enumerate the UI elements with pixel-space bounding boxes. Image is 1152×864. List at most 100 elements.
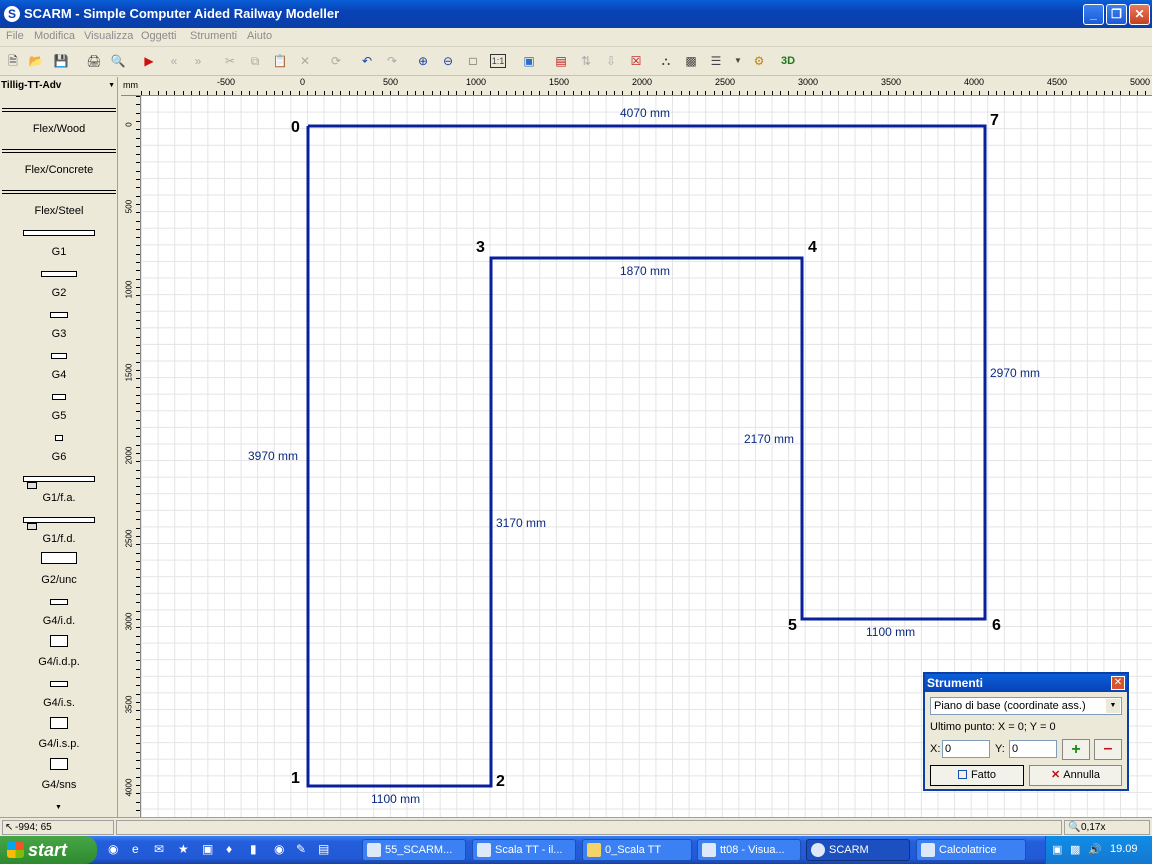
app-icon-4[interactable]: ▮ — [250, 842, 257, 856]
app-icon[interactable]: S — [4, 6, 20, 22]
library-item-g2-unc[interactable]: G2/unc — [0, 574, 118, 586]
mode-select[interactable]: Piano di base (coordinate ass.) ▼ — [930, 697, 1122, 715]
menu-visualizza[interactable]: Visualizza — [84, 30, 133, 42]
end-icon[interactable]: ⇩ — [601, 51, 621, 71]
task-folder[interactable]: 0_Scala TT — [582, 839, 692, 861]
network-icon[interactable]: ▣ — [1052, 843, 1062, 856]
ruler-tick — [232, 91, 234, 95]
remove-point-button[interactable]: – — [1094, 739, 1122, 760]
ruler-tick — [1037, 91, 1039, 95]
layers-icon[interactable]: ☰ — [706, 51, 726, 71]
ie-icon[interactable]: e — [132, 842, 139, 856]
library-item-flex-steel[interactable]: Flex/Steel — [0, 205, 118, 217]
library-item-g1[interactable]: G1 — [0, 246, 118, 258]
library-item-g3[interactable]: G3 — [0, 328, 118, 340]
done-button[interactable]: Fatto — [930, 765, 1024, 786]
copy-icon[interactable]: ⧉ — [245, 51, 265, 71]
background-image-icon[interactable]: ▣ — [519, 51, 539, 71]
add-point-button[interactable]: + — [1062, 739, 1090, 760]
paste-icon[interactable]: 📋 — [270, 51, 290, 71]
library-item-flex-concrete[interactable]: Flex/Concrete — [0, 164, 118, 176]
library-item-g2[interactable]: G2 — [0, 287, 118, 299]
g4-is-symbol — [50, 681, 68, 687]
select-arrow-icon[interactable]: ▶ — [139, 51, 159, 71]
scroll-down-icon[interactable]: ▼ — [55, 804, 62, 811]
measure-icon[interactable]: ⚙ — [749, 51, 769, 71]
chip-icon[interactable]: ▩ — [681, 51, 701, 71]
library-item-g4-sns[interactable]: G4/sns — [0, 779, 118, 791]
fast-forward-icon[interactable]: » — [188, 51, 208, 71]
y-input[interactable] — [1009, 740, 1057, 758]
print-preview-icon[interactable]: 🔍 — [108, 51, 128, 71]
library-item-g4-isp[interactable]: G4/i.s.p. — [0, 738, 118, 750]
close-button[interactable]: ✕ — [1129, 4, 1150, 25]
g2-symbol — [41, 271, 77, 277]
app-icon-3[interactable]: ♦ — [226, 842, 232, 856]
ruler-tick — [738, 91, 740, 95]
menu-file[interactable]: File — [6, 30, 24, 42]
chevron-down-icon[interactable]: ▼ — [728, 51, 748, 71]
app-icon-5[interactable]: ✎ — [296, 842, 306, 856]
tools-close-icon[interactable]: ✕ — [1111, 676, 1125, 690]
zoom-in-icon[interactable]: ⊕ — [413, 51, 433, 71]
outlook-icon[interactable]: ✉ — [154, 842, 164, 856]
app-icon-2[interactable]: ▣ — [202, 842, 213, 856]
quick-launch-icon[interactable]: ◉ — [108, 842, 118, 856]
ruler-tick — [136, 560, 140, 562]
library-item-flex-wood[interactable]: Flex/Wood — [0, 123, 118, 135]
chevron-down-icon[interactable]: ▼ — [1106, 699, 1120, 713]
ruler-tick — [136, 461, 140, 463]
menu-modifica[interactable]: Modifica — [34, 30, 75, 42]
ruler-tick — [273, 91, 275, 95]
delete-icon[interactable]: ✕ — [295, 51, 315, 71]
bridge-icon[interactable]: ⛬ — [656, 51, 676, 71]
redo-icon[interactable]: ↷ — [382, 51, 402, 71]
red-box-icon[interactable]: ☒ — [626, 51, 646, 71]
task-image-viewer[interactable]: tt08 - Visua... — [697, 839, 801, 861]
3d-icon[interactable]: 3D — [778, 51, 798, 71]
menu-oggetti[interactable]: Oggetti — [141, 30, 176, 42]
ruler-tick — [406, 91, 408, 95]
task-calculator[interactable]: Calcolatrice — [916, 839, 1026, 861]
new-file-icon[interactable]: 🗎 — [3, 51, 23, 71]
library-item-g4-is[interactable]: G4/i.s. — [0, 697, 118, 709]
library-item-g6[interactable]: G6 — [0, 451, 118, 463]
task-scarm[interactable]: SCARM — [806, 839, 910, 861]
library-dropdown[interactable]: Tillig-TT-Adv ▼ — [0, 78, 118, 94]
rewind-icon[interactable]: « — [164, 51, 184, 71]
ruler-tick — [136, 162, 140, 164]
ruler-tick — [136, 120, 140, 122]
open-folder-icon[interactable]: 📂 — [26, 51, 46, 71]
maximize-button[interactable]: ❐ — [1106, 4, 1127, 25]
media-player-icon[interactable]: ◉ — [274, 842, 284, 856]
task-word[interactable]: 55_SCARM... — [362, 839, 466, 861]
start-button[interactable]: start — [0, 836, 97, 864]
menu-aiuto[interactable]: Aiuto — [247, 30, 272, 42]
rotate-icon[interactable]: ⟳ — [326, 51, 346, 71]
track-icon[interactable]: ▤ — [551, 51, 571, 71]
volume-icon[interactable]: 🔊 — [1088, 843, 1102, 856]
print-icon[interactable]: 🖨 — [84, 51, 104, 71]
library-item-g1-fd[interactable]: G1/f.d. — [0, 533, 118, 545]
app-icon-6[interactable]: ▤ — [318, 842, 329, 856]
cancel-button[interactable]: ✕ Annulla — [1029, 765, 1122, 786]
save-icon[interactable]: 💾 — [51, 51, 71, 71]
library-item-g4-idp[interactable]: G4/i.d.p. — [0, 656, 118, 668]
minimize-button[interactable]: _ — [1083, 4, 1104, 25]
library-item-g5[interactable]: G5 — [0, 410, 118, 422]
ruler-tick — [190, 91, 192, 95]
flex-icon[interactable]: ⇅ — [576, 51, 596, 71]
library-item-g1-fa[interactable]: G1/f.a. — [0, 492, 118, 504]
x-input[interactable] — [942, 740, 990, 758]
app-icon-1[interactable]: ★ — [178, 842, 189, 856]
library-item-g4-id[interactable]: G4/i.d. — [0, 615, 118, 627]
zoom-1to1-icon[interactable]: 1:1 — [490, 54, 506, 68]
task-browser[interactable]: Scala TT - il... — [472, 839, 576, 861]
menu-strumenti[interactable]: Strumenti — [190, 30, 237, 42]
zoom-out-icon[interactable]: ⊖ — [438, 51, 458, 71]
tray-icon[interactable]: ▩ — [1070, 843, 1080, 856]
library-item-g4[interactable]: G4 — [0, 369, 118, 381]
undo-icon[interactable]: ↶ — [357, 51, 377, 71]
zoom-fit-icon[interactable]: □ — [463, 51, 483, 71]
cut-icon[interactable]: ✂ — [220, 51, 240, 71]
